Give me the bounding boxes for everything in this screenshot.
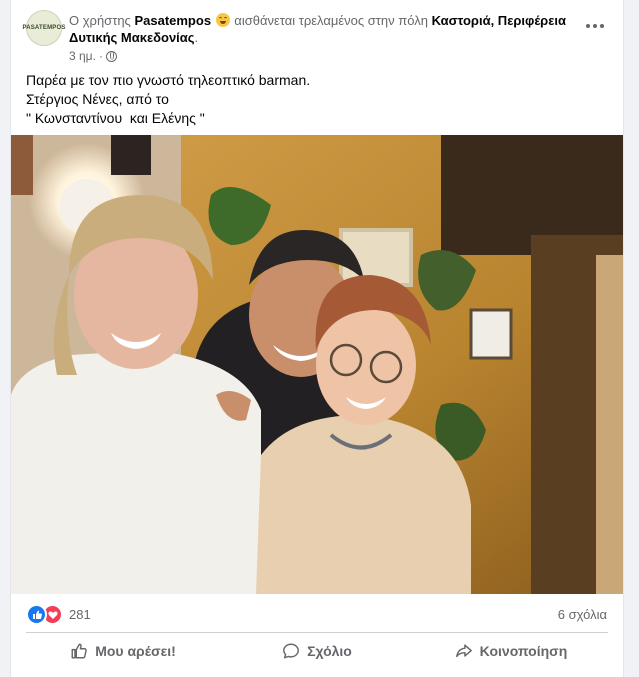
thumbs-up-outline-icon [71, 643, 87, 659]
comment-icon [283, 643, 300, 659]
more-options-button[interactable] [583, 16, 607, 36]
post-photo[interactable] [11, 135, 623, 594]
divider [26, 632, 608, 633]
share-label: Κοινοποίηση [479, 643, 568, 659]
reaction-count: 281 [69, 607, 91, 622]
thumbs-up-icon [26, 604, 47, 625]
post-stats: 281 6 σχόλια [11, 598, 623, 628]
post-message: Παρέα με τον πιο γνωστό τηλεοπτικό barma… [26, 71, 606, 128]
headline-period: . [194, 30, 199, 45]
more-horizontal-icon [586, 24, 590, 28]
share-arrow-icon [455, 644, 472, 658]
timestamp-link[interactable]: 3 ημ. [69, 49, 96, 63]
post-headline: Ο χρήστης Pasatempos αισθάνεται τρελαμέν… [69, 12, 569, 46]
post-meta: 3 ημ. · [69, 49, 117, 63]
selfie-photo-illustration [11, 135, 623, 594]
share-button[interactable]: Κοινοποίηση [414, 634, 608, 668]
avatar-logo-text: PASATEMPOS [22, 25, 66, 31]
comments-count-link[interactable]: 6 σχόλια [558, 607, 607, 622]
comment-label: Σχόλιο [307, 643, 352, 659]
post-line: Στέργιος Νένες, από το [26, 91, 169, 107]
post-line: " Κωνσταντίνου και Ελένης " [26, 110, 205, 126]
more-dot [593, 24, 597, 28]
post-actions: Μου αρέσει! Σχόλιο Κοινοποίηση [26, 634, 608, 668]
crazy-face-emoji-icon [215, 13, 230, 27]
reactions-summary[interactable]: 281 [26, 604, 91, 625]
post-card: PASATEMPOS Ο χρήστης Pasatempos αισθάνετ… [10, 0, 624, 677]
comment-button[interactable]: Σχόλιο [220, 634, 414, 668]
like-button[interactable]: Μου αρέσει! [26, 634, 220, 668]
avatar[interactable]: PASATEMPOS [22, 10, 65, 46]
like-label: Μου αρέσει! [95, 643, 176, 659]
headline-prefix: Ο χρήστης [69, 13, 131, 28]
meta-separator: · [98, 49, 103, 63]
author-name-link[interactable]: Pasatempos [134, 13, 211, 28]
post-line: Παρέα με τον πιο γνωστό τηλεοπτικό barma… [26, 72, 311, 88]
more-dot [600, 24, 604, 28]
post-header: PASATEMPOS Ο χρήστης Pasatempos αισθάνετ… [11, 0, 623, 66]
feeling-text: αισθάνεται τρελαμένος στην πόλη [234, 13, 428, 28]
globe-icon[interactable] [105, 50, 117, 62]
